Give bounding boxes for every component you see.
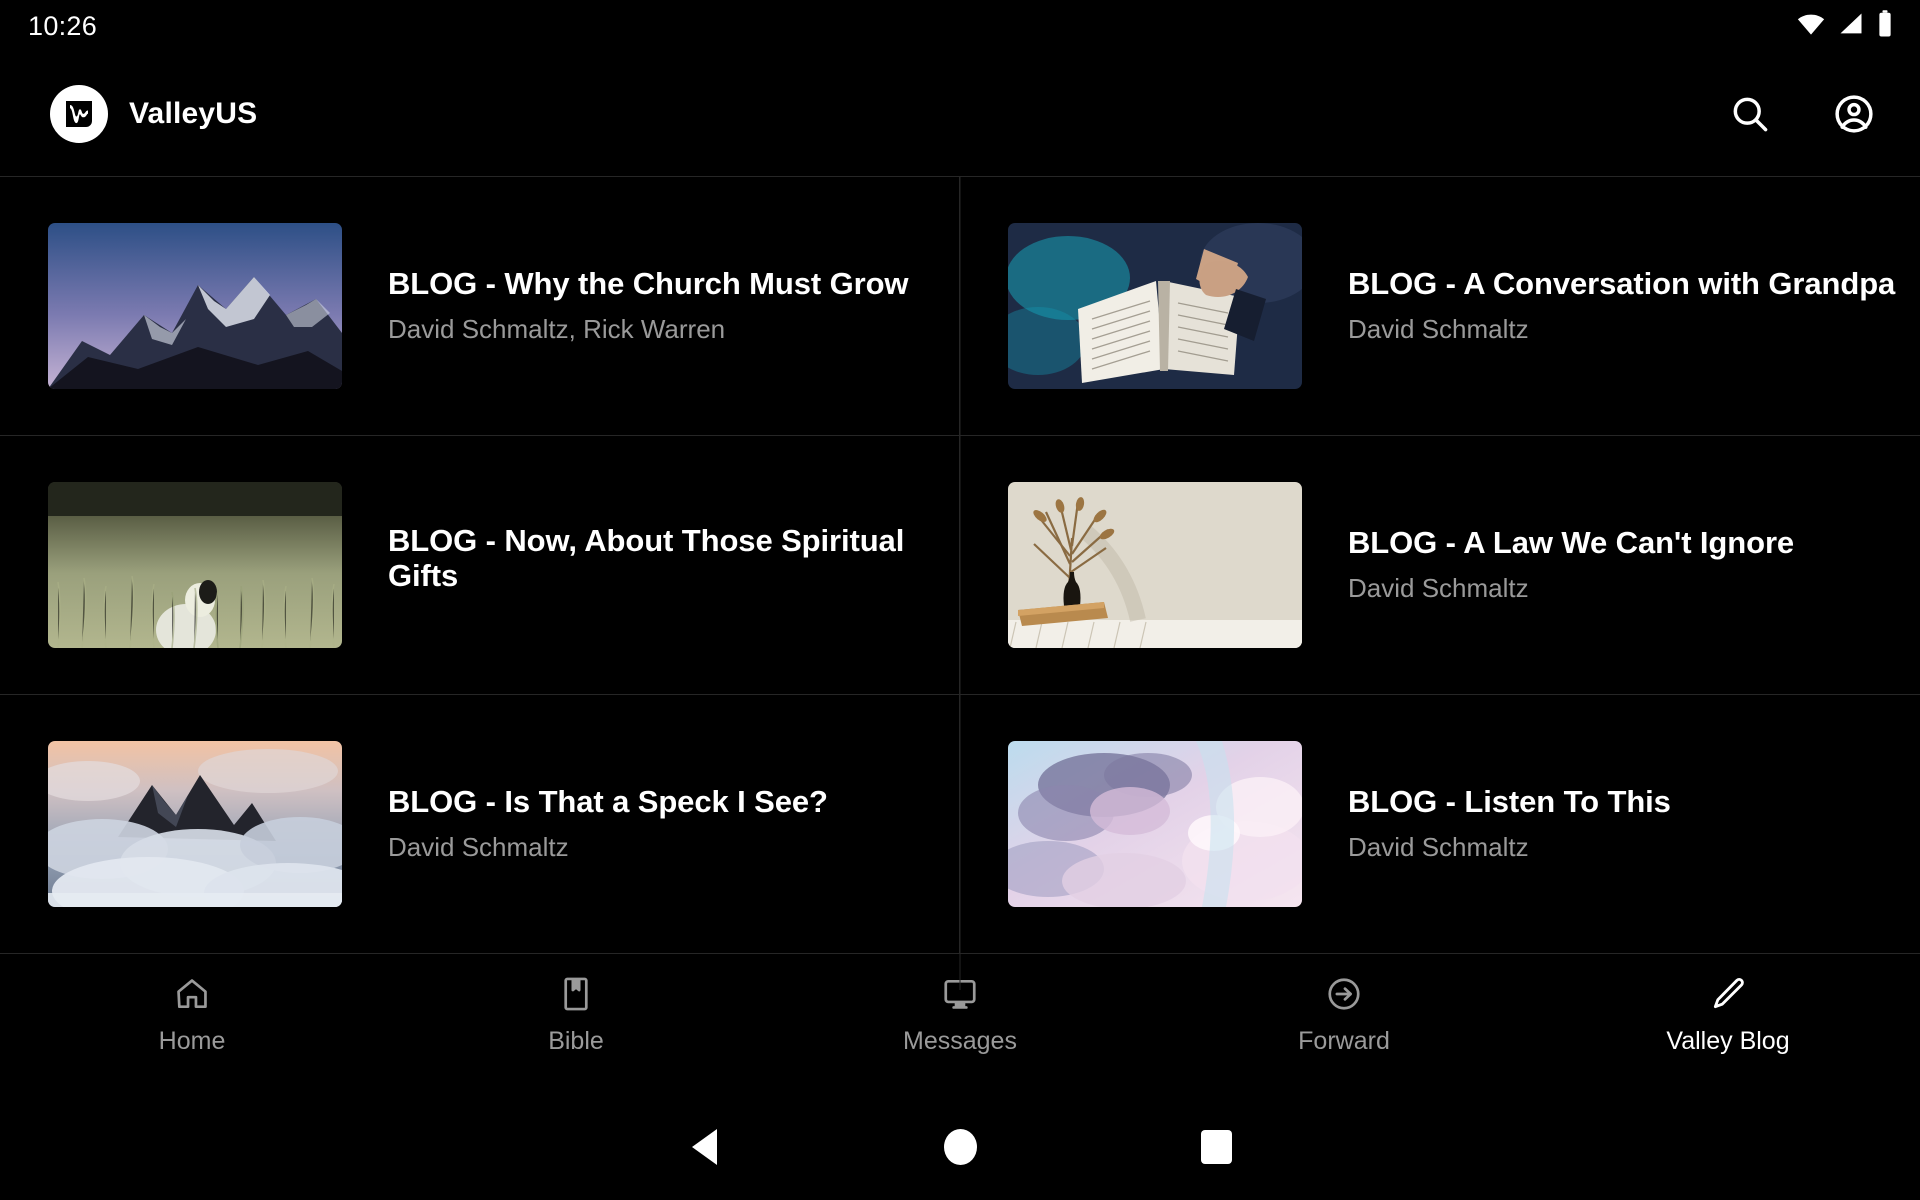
app-header-actions [1724,88,1880,140]
blog-card-text: BLOG - Now, About Those Spiritual Gifts [388,522,935,606]
blog-card-title: BLOG - Listen To This [1348,783,1671,819]
battery-icon [1876,9,1894,44]
book-bookmark-icon [557,972,595,1016]
blog-card-text: BLOG - A Conversation with Grandpa David… [1348,265,1896,346]
android-back-button[interactable] [576,1129,832,1165]
tab-label: Forward [1298,1027,1390,1055]
status-icon-group [1796,9,1894,44]
blog-card[interactable]: BLOG - Why the Church Must Grow David Sc… [0,177,960,435]
blog-card-title: BLOG - A Law We Can't Ignore [1348,524,1795,560]
blog-card-author: David Schmaltz [1348,832,1529,863]
grid-row: BLOG - Is That a Speck I See? David Schm… [0,694,1920,954]
monitor-screen-icon [941,972,979,1016]
blog-card-author: David Schmaltz [1348,314,1529,345]
grid-row: BLOG - Why the Church Must Grow David Sc… [0,176,1920,435]
blog-card-title: BLOG - Is That a Speck I See? [388,783,828,819]
tab-label: Valley Blog [1666,1027,1790,1055]
blog-card[interactable]: BLOG - Is That a Speck I See? David Schm… [0,695,960,953]
arrow-forward-circle-icon [1325,972,1363,1016]
bottom-tab-bar: Home Bible Messages Forward Valley Blog [0,954,1920,1094]
blog-card-text: BLOG - Is That a Speck I See? David Schm… [388,783,935,864]
pastel-pink-clouds-sky-thumbnail [1008,741,1302,907]
wifi-icon [1796,9,1826,44]
tab-valley-blog[interactable]: Valley Blog [1536,972,1920,1056]
valleyus-logo-icon [50,85,108,143]
vase-with-dried-palm-on-shelf-thumbnail [1008,482,1302,648]
tab-messages[interactable]: Messages [768,972,1152,1056]
tab-label: Home [158,1027,226,1055]
android-home-button[interactable] [832,1129,1088,1165]
status-time: 10:26 [28,10,98,41]
snow-capped-mountain-at-dusk-thumbnail [48,223,342,389]
cellular-signal-icon [1837,10,1865,43]
blog-card-text: BLOG - Why the Church Must Grow David Sc… [388,265,935,346]
blog-card-title: BLOG - Why the Church Must Grow [388,265,909,301]
tab-label: Bible [548,1027,604,1055]
brand-logo-group[interactable]: ValleyUS [50,85,257,143]
android-recents-button[interactable] [1088,1130,1344,1164]
blog-card-text: BLOG - A Law We Can't Ignore David Schma… [1348,524,1896,605]
tab-bible[interactable]: Bible [384,972,768,1056]
blog-card[interactable]: BLOG - A Conversation with Grandpa David… [960,177,1920,435]
app-header: ValleyUS [0,52,1920,176]
sheep-in-tall-grass-field-thumbnail [48,482,342,648]
search-icon[interactable] [1724,88,1776,140]
mountain-peaks-above-clouds-thumbnail [48,741,342,907]
blog-post-grid: BLOG - Why the Church Must Grow David Sc… [0,176,1920,990]
tab-home[interactable]: Home [0,972,384,1056]
home-icon [173,972,211,1016]
tab-forward[interactable]: Forward [1152,972,1536,1056]
tab-label: Messages [903,1027,1017,1055]
hands-holding-open-bible-thumbnail [1008,223,1302,389]
blog-card-text: BLOG - Listen To This David Schmaltz [1348,783,1896,864]
android-system-nav-bar [0,1094,1920,1200]
blog-card-author: David Schmaltz [1348,573,1529,604]
blog-card-author: David Schmaltz, Rick Warren [388,314,726,345]
blog-card-title: BLOG - Now, About Those Spiritual Gifts [388,522,905,593]
brand-name: ValleyUS [129,97,258,130]
blog-card-author: David Schmaltz [388,832,569,863]
blog-card-title: BLOG - A Conversation with Grandpa [1348,265,1896,301]
grid-row: BLOG - Now, About Those Spiritual Gifts [0,435,1920,694]
account-circle-icon[interactable] [1828,88,1880,140]
pencil-edit-icon [1709,972,1747,1016]
blog-card[interactable]: BLOG - Listen To This David Schmaltz [960,695,1920,953]
status-bar: 10:26 [0,0,1920,52]
blog-card[interactable]: BLOG - Now, About Those Spiritual Gifts [0,436,960,694]
blog-card[interactable]: BLOG - A Law We Can't Ignore David Schma… [960,436,1920,694]
